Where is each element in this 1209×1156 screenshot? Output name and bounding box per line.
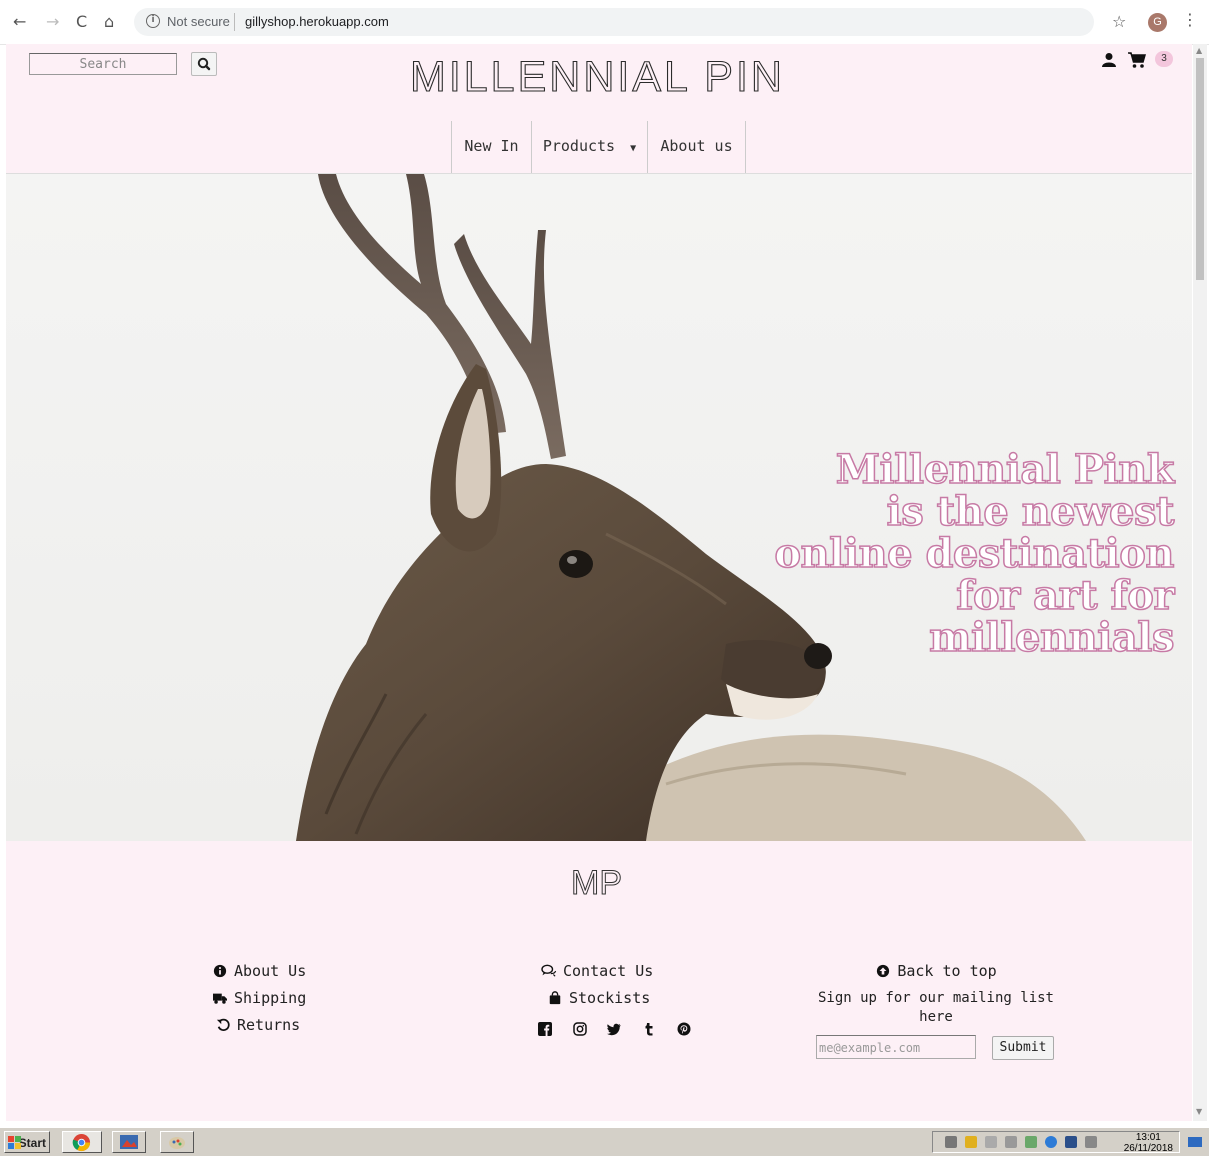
profile-avatar[interactable]: G (1148, 13, 1167, 32)
footer-mp-logo: MP (571, 864, 623, 898)
back-to-top-label: Back to top (897, 962, 997, 980)
system-tray: 13:01 26/11/2018 (932, 1131, 1180, 1154)
footer-returns-link[interactable]: Returns (212, 1012, 306, 1039)
twitter-icon[interactable] (607, 1021, 621, 1036)
svg-text:MP: MP (571, 864, 622, 898)
start-button[interactable]: Start (4, 1131, 50, 1153)
scroll-up-arrow[interactable]: ▲ (1196, 46, 1202, 55)
browser-menu-icon[interactable]: ⋮ (1182, 10, 1198, 29)
shopping-bag-icon (549, 991, 561, 1005)
hero-line: Millennial Pink (835, 446, 1175, 493)
hero-tagline: Millennial Pink is the newest online des… (734, 446, 1176, 661)
taskbar-app-3[interactable] (160, 1131, 194, 1153)
social-links (538, 1021, 702, 1040)
display-icon[interactable] (1065, 1136, 1077, 1148)
newsletter-email-input[interactable]: me@example.com (816, 1035, 976, 1059)
network-icon[interactable] (945, 1136, 957, 1148)
footer-shipping-link[interactable]: Shipping (212, 985, 306, 1012)
nav-products[interactable]: Products ▼ (531, 121, 647, 173)
taskbar-chrome-app[interactable] (62, 1131, 102, 1153)
mailing-line-2[interactable]: here (796, 1008, 1076, 1027)
about-us-label: About Us (234, 962, 307, 980)
clock-time: 13:01 (1135, 1132, 1161, 1143)
arrow-circle-up-icon (877, 964, 890, 978)
tray-app-icon[interactable] (1005, 1136, 1017, 1148)
system-clock[interactable]: 13:01 26/11/2018 (1124, 1132, 1173, 1154)
tray-sync-icon[interactable] (1025, 1136, 1037, 1148)
search-input[interactable]: Search (29, 53, 177, 75)
cart-count-badge: 3 (1155, 51, 1173, 67)
security-label[interactable]: Not secure (167, 14, 230, 29)
hero-banner: Millennial Pink is the newest online des… (6, 174, 1192, 841)
os-taskbar: Start 13:01 26/11/2018 (0, 1127, 1209, 1156)
pinterest-icon[interactable] (677, 1021, 691, 1036)
footer-col-contact: Contact Us Stockists (541, 958, 653, 1012)
back-to-top-link[interactable]: Back to top (796, 958, 1076, 985)
info-icon[interactable]: i (146, 14, 160, 28)
tray-globe-icon[interactable] (1045, 1136, 1057, 1148)
tumblr-icon[interactable] (642, 1021, 656, 1036)
scroll-down-arrow[interactable]: ▼ (1196, 1107, 1202, 1116)
audio-device-icon[interactable] (985, 1136, 997, 1148)
divider (234, 13, 235, 31)
chrome-icon (72, 1133, 91, 1152)
user-icon[interactable] (1101, 52, 1117, 68)
hero-line: online destination (774, 530, 1176, 577)
hero-line: millennials (928, 614, 1175, 661)
back-icon[interactable]: ← (13, 12, 26, 31)
stockists-label: Stockists (569, 989, 651, 1007)
mailing-list-text: Sign up for our mailing list here (796, 989, 1076, 1027)
volume-icon[interactable] (1085, 1136, 1097, 1148)
taskbar-app-2[interactable] (112, 1131, 146, 1153)
footer-col-newsletter: Back to top Sign up for our mailing list… (796, 958, 1076, 1027)
nav-products-label: Products (542, 137, 616, 155)
bookmark-star-icon[interactable]: ☆ (1112, 12, 1126, 31)
footer-about-link[interactable]: About Us (212, 958, 306, 985)
instagram-icon[interactable] (572, 1021, 587, 1036)
caret-down-icon: ▼ (624, 143, 637, 154)
shipping-label: Shipping (234, 989, 307, 1007)
search-icon (197, 57, 211, 71)
facebook-icon[interactable] (538, 1021, 552, 1036)
undo-icon (216, 1018, 230, 1031)
info-circle-icon (213, 964, 227, 978)
truck-icon (213, 993, 227, 1004)
svg-text:MILLENNIAL PINK: MILLENNIAL PINK (410, 53, 780, 100)
start-label: Start (18, 1136, 46, 1150)
page-viewport: Search MILLENNIAL PINK 3 New In Products… (6, 44, 1192, 1121)
main-nav: New In Products ▼ About us (6, 121, 1192, 174)
page-scrollbar[interactable]: ▲ ▼ (1193, 44, 1207, 1121)
forward-icon[interactable]: → (46, 12, 59, 31)
hero-line: is the newest (886, 488, 1175, 535)
clock-date: 26/11/2018 (1123, 1143, 1173, 1154)
nav-new-in[interactable]: New In (451, 121, 531, 173)
reload-icon[interactable]: C (76, 12, 87, 31)
logo-wordmark: MILLENNIAL PINK (409, 52, 814, 101)
footer-stockists-link[interactable]: Stockists (541, 985, 653, 1012)
hero-line: for art for (956, 572, 1176, 619)
footer-col-info: About Us Shipping Returns (212, 958, 306, 1039)
comments-icon (541, 964, 557, 977)
contact-us-label: Contact Us (563, 962, 654, 980)
scrollbar-thumb[interactable] (1196, 58, 1204, 280)
windows-logo-icon (8, 1136, 21, 1149)
search-button[interactable] (191, 52, 217, 76)
nav-about[interactable]: About us (647, 121, 746, 173)
mailing-line-1: Sign up for our mailing list (817, 990, 1054, 1006)
site-logo[interactable]: MILLENNIAL PINK (409, 52, 814, 101)
footer-contact-link[interactable]: Contact Us (541, 958, 653, 985)
show-desktop-icon[interactable] (1188, 1137, 1202, 1147)
shield-icon[interactable] (965, 1136, 977, 1148)
paint-icon (169, 1137, 185, 1149)
home-icon[interactable]: ⌂ (104, 12, 114, 31)
address-bar[interactable]: i Not secure gillyshop.herokuapp.com (134, 8, 1094, 36)
newsletter-submit-button[interactable]: Submit (992, 1036, 1054, 1060)
cart-icon[interactable] (1127, 51, 1147, 69)
url-text[interactable]: gillyshop.herokuapp.com (245, 14, 389, 29)
image-viewer-icon (120, 1135, 138, 1149)
browser-toolbar: ← → C ⌂ i Not secure gillyshop.herokuapp… (0, 0, 1209, 45)
returns-label: Returns (237, 1016, 301, 1034)
